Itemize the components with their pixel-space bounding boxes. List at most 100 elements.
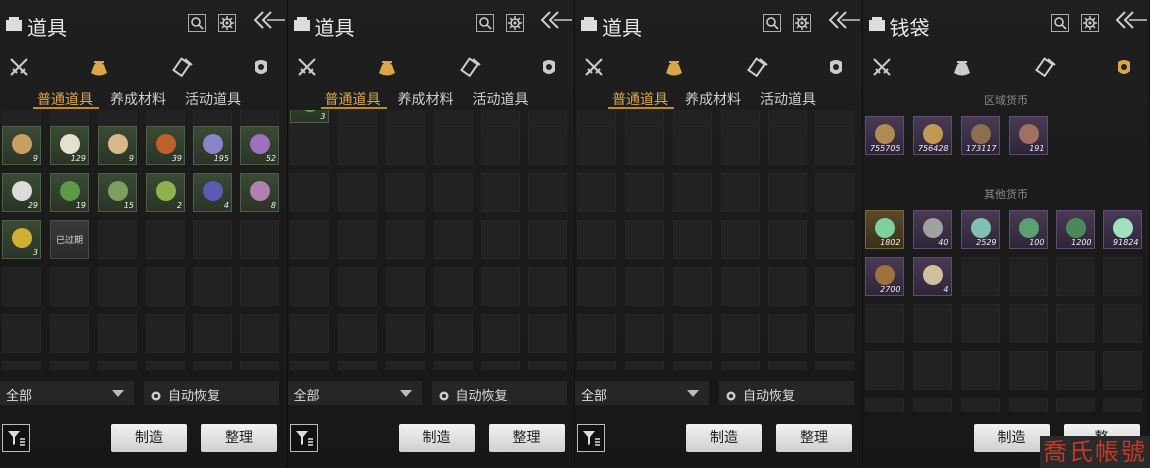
empty-slot bbox=[146, 220, 185, 259]
auto-restore-toggle[interactable]: 自动恢复 bbox=[144, 381, 279, 405]
panel-header: 道具 bbox=[575, 0, 862, 48]
category-tab[interactable] bbox=[250, 56, 272, 78]
back-button[interactable] bbox=[1115, 8, 1149, 32]
category-tab[interactable] bbox=[376, 56, 398, 78]
sort-button[interactable]: 整理 bbox=[201, 424, 277, 452]
filter-button[interactable] bbox=[289, 424, 318, 452]
search-button[interactable] bbox=[1050, 14, 1069, 32]
back-button[interactable] bbox=[253, 8, 287, 32]
inventory-item[interactable]: 3 bbox=[2, 220, 41, 259]
category-tabs bbox=[863, 56, 1150, 82]
empty-slot bbox=[673, 220, 712, 259]
empty-slot bbox=[864, 304, 904, 343]
inventory-item[interactable]: 195 bbox=[193, 126, 232, 165]
inventory-item[interactable]: 已过期 bbox=[50, 220, 89, 259]
inventory-item[interactable]: 52 bbox=[240, 126, 279, 165]
back-arrow-icon bbox=[828, 11, 860, 29]
filter-button[interactable] bbox=[577, 424, 605, 452]
subtab-event-items[interactable]: 活动道具 bbox=[473, 89, 529, 109]
auto-restore-toggle[interactable]: 自动恢复 bbox=[431, 381, 567, 405]
filter-select[interactable]: 全部 bbox=[0, 381, 134, 405]
settings-button[interactable] bbox=[505, 14, 524, 32]
currency-item[interactable]: 1200 bbox=[1055, 210, 1095, 249]
empty-slot bbox=[625, 126, 664, 165]
category-tab[interactable] bbox=[296, 56, 318, 78]
subtab-growth-materials[interactable]: 养成材料 bbox=[398, 89, 454, 109]
inventory-item[interactable]: 2 bbox=[146, 173, 185, 212]
inventory-item[interactable]: 3 bbox=[289, 110, 329, 123]
subtab-normal-items[interactable]: 普通道具 bbox=[612, 89, 668, 109]
currency-item[interactable]: 40 bbox=[912, 210, 952, 249]
category-tab[interactable] bbox=[825, 56, 847, 78]
search-button[interactable] bbox=[188, 14, 206, 32]
category-tabs bbox=[0, 56, 287, 82]
craft-button[interactable]: 制造 bbox=[686, 424, 762, 452]
subtab-growth-materials[interactable]: 养成材料 bbox=[685, 89, 741, 109]
settings-button[interactable] bbox=[1080, 14, 1099, 32]
category-tab[interactable] bbox=[583, 56, 605, 78]
category-tab[interactable] bbox=[8, 56, 30, 78]
currency-item[interactable]: 173117 bbox=[960, 116, 1000, 155]
inventory-item[interactable]: 129 bbox=[50, 126, 89, 165]
inventory-item[interactable]: 29 bbox=[2, 173, 41, 212]
subtab-growth-materials[interactable]: 养成材料 bbox=[110, 89, 166, 109]
active-tab-underline bbox=[608, 107, 674, 109]
inventory-item[interactable]: 9 bbox=[2, 126, 41, 165]
crossed-swords-icon bbox=[872, 58, 891, 76]
currency-item[interactable]: 1802 bbox=[864, 210, 904, 249]
currency-item[interactable]: 100 bbox=[1008, 210, 1048, 249]
settings-button[interactable] bbox=[793, 14, 811, 32]
empty-slot bbox=[146, 361, 185, 370]
category-tab[interactable] bbox=[871, 56, 893, 78]
currency-item[interactable]: 91824 bbox=[1102, 210, 1142, 249]
empty-slot bbox=[433, 314, 473, 353]
subtab-event-items[interactable]: 活动道具 bbox=[185, 89, 241, 109]
category-tab[interactable] bbox=[172, 56, 194, 78]
category-tab[interactable] bbox=[747, 56, 769, 78]
flower-icon bbox=[203, 134, 223, 154]
empty-slot bbox=[527, 173, 567, 212]
category-tab[interactable] bbox=[1113, 56, 1135, 78]
craft-button[interactable]: 制造 bbox=[973, 424, 1050, 452]
empty-slot bbox=[2, 267, 41, 306]
inventory-item[interactable]: 15 bbox=[98, 173, 137, 212]
back-button[interactable] bbox=[540, 8, 574, 32]
search-button[interactable] bbox=[763, 14, 781, 32]
subtab-normal-items[interactable]: 普通道具 bbox=[325, 89, 381, 109]
subtab-normal-items[interactable]: 普通道具 bbox=[37, 89, 93, 109]
currency-item[interactable]: 756428 bbox=[912, 116, 952, 155]
currency-item[interactable]: 2700 bbox=[864, 257, 904, 296]
inventory-item[interactable]: 19 bbox=[50, 173, 89, 212]
subtab-event-items[interactable]: 活动道具 bbox=[760, 89, 816, 109]
currency-item[interactable]: 755705 bbox=[864, 116, 904, 155]
filter-select[interactable]: 全部 bbox=[575, 381, 709, 405]
craft-button[interactable]: 制造 bbox=[111, 424, 187, 452]
empty-slot bbox=[815, 126, 854, 165]
inventory-item[interactable]: 39 bbox=[146, 126, 185, 165]
craft-button[interactable]: 制造 bbox=[398, 424, 475, 452]
crossed-swords-icon bbox=[585, 58, 603, 76]
category-tab[interactable] bbox=[538, 56, 560, 78]
filter-select[interactable]: 全部 bbox=[287, 381, 422, 405]
green-stone-icon bbox=[1065, 218, 1086, 238]
search-button[interactable] bbox=[475, 14, 494, 32]
currency-item[interactable]: 191 bbox=[1008, 116, 1048, 155]
sort-button[interactable]: 整理 bbox=[488, 424, 565, 452]
category-tab[interactable] bbox=[88, 56, 110, 78]
currency-item[interactable]: 4 bbox=[912, 257, 952, 296]
category-tab[interactable] bbox=[459, 56, 482, 78]
subtab-bar: 普通道具 养成材料 活动道具 bbox=[0, 89, 287, 109]
auto-restore-toggle[interactable]: 自动恢复 bbox=[719, 381, 854, 405]
sort-button[interactable]: 整理 bbox=[776, 424, 852, 452]
inventory-item[interactable]: 4 bbox=[193, 173, 232, 212]
back-button[interactable] bbox=[828, 8, 862, 32]
inventory-item[interactable]: 9 bbox=[98, 126, 137, 165]
settings-button[interactable] bbox=[218, 14, 236, 32]
currency-item[interactable]: 2529 bbox=[960, 210, 1000, 249]
item-grid: 区域货币 其他货币 755705 756428 173117 191 1802 40 2529 1… bbox=[863, 82, 1150, 412]
category-tab[interactable] bbox=[663, 56, 685, 78]
category-tab[interactable] bbox=[1034, 56, 1057, 78]
filter-button[interactable] bbox=[2, 424, 30, 452]
category-tab[interactable] bbox=[951, 56, 973, 78]
inventory-item[interactable]: 8 bbox=[240, 173, 279, 212]
